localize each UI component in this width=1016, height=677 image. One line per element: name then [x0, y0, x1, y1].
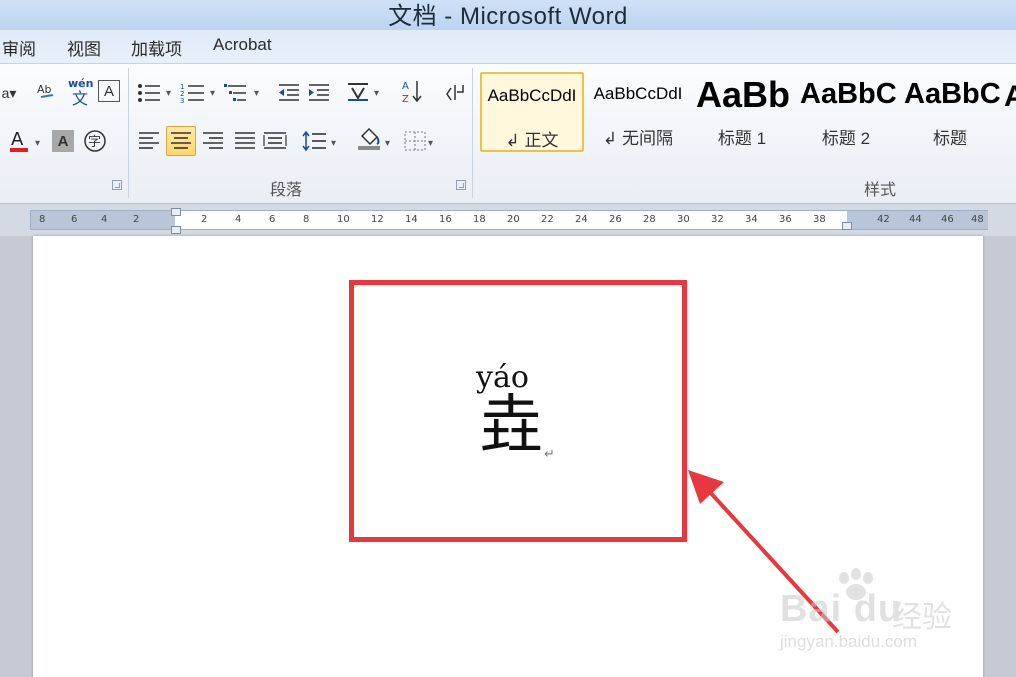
watermark-url: jingyan.baidu.com — [780, 632, 918, 651]
watermark: Bai du 经验 jingyan.baidu.com — [776, 568, 976, 658]
watermark-brand-cn: 经验 — [892, 601, 952, 634]
watermark-brand: Bai du — [780, 588, 903, 630]
